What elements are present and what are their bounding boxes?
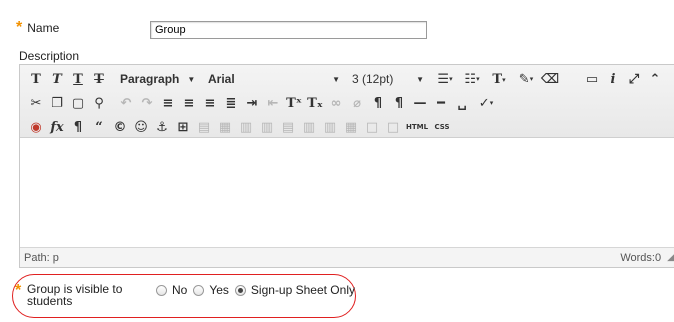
chevron-down-icon: ▼ [332, 74, 340, 84]
undo-icon[interactable]: ↶ [116, 93, 136, 113]
eraser-icon[interactable]: ⌫ [540, 69, 560, 89]
table-insert-row-after-icon[interactable]: ▥ [257, 117, 277, 137]
visibility-label: Group is visible to students [27, 282, 123, 308]
editor-statusbar: Path: p Words:0 ◢ [20, 247, 674, 267]
paste-icon[interactable]: ▢ [68, 93, 88, 113]
font-select[interactable]: Arial ▼ [204, 69, 344, 89]
word-count: Words:0 [620, 251, 662, 264]
required-icon: * [15, 282, 22, 299]
text-color-icon[interactable]: T ▾ [486, 69, 512, 89]
hr-icon[interactable]: — [410, 93, 430, 113]
collapse-icon[interactable]: ⌃ [645, 69, 665, 89]
font-select-value: Arial [208, 72, 235, 86]
editor-toolbar: T T T T Paragraph ▼ Arial ▼ 3 (12pt) ▼ ☰ ▾ ☷… [20, 65, 674, 138]
table-insert-col-before-icon[interactable]: ▥ [299, 117, 319, 137]
radio-option-no[interactable]: No [156, 283, 187, 297]
outdent-icon[interactable]: ⇤ [263, 93, 283, 113]
highlight-icon[interactable]: ✎ ▾ [513, 69, 539, 89]
html-button[interactable]: HTML [404, 117, 430, 137]
hr-bold-icon[interactable]: ━ [431, 93, 451, 113]
fullscreen-icon[interactable]: ⤢ [624, 69, 644, 89]
toolbar-right: ▭ i ⤢ ⌃ [582, 69, 666, 89]
description-editor: T T T T Paragraph ▼ Arial ▼ 3 (12pt) ▼ ☰ ▾ ☷… [19, 64, 674, 268]
copyright-icon[interactable]: © [110, 117, 130, 137]
formula-icon[interactable]: fx [47, 117, 67, 137]
subscript-icon[interactable]: Tₓ [305, 93, 325, 113]
table-delete-col-icon[interactable]: ▦ [341, 117, 361, 137]
path-label: Path: p [24, 251, 59, 264]
paragraph-mark-icon[interactable]: ¶ [68, 117, 88, 137]
superscript-icon[interactable]: Tˣ [284, 93, 304, 113]
info-icon[interactable]: i [603, 69, 623, 89]
chevron-down-icon: ▼ [416, 74, 424, 84]
chevron-down-icon: ▼ [187, 74, 196, 84]
paragraph-select[interactable]: Paragraph ▼ [116, 69, 196, 89]
underline-icon[interactable]: T [68, 69, 88, 89]
table-delete-row-icon[interactable]: ▤ [278, 117, 298, 137]
radio-signup-label: Sign-up Sheet Only [250, 283, 355, 297]
name-label: Name [27, 21, 60, 35]
blockquote-icon[interactable]: “ [89, 117, 109, 137]
record-icon[interactable]: ◉ [26, 117, 46, 137]
css-button[interactable]: CSS [431, 117, 453, 137]
align-right-icon[interactable]: ≡ [200, 93, 220, 113]
resize-grip-icon[interactable]: ◢ [667, 252, 674, 263]
anchor-icon[interactable]: ⚓ [152, 117, 172, 137]
size-select[interactable]: 3 (12pt) ▼ [348, 69, 428, 89]
radio-yes[interactable] [193, 284, 205, 296]
bold-icon[interactable]: T [26, 69, 46, 89]
find-icon[interactable]: ⚲ [89, 93, 109, 113]
bullet-list-icon[interactable]: ☰ ▾ [432, 69, 458, 89]
radio-signup-sheet-only[interactable] [234, 284, 246, 296]
toolbar-row-1: T T T T Paragraph ▼ Arial ▼ 3 (12pt) ▼ ☰ ▾ ☷… [26, 69, 561, 89]
cut-icon[interactable]: ✂ [26, 93, 46, 113]
ltr-icon[interactable]: ¶ [368, 93, 388, 113]
toolbar-row-3: ◉ fx ¶ “ © ☺ ⚓ ⊞ ▤ ▦ ▥ ▥ ▤ ▥ ▥ ▦ □ □ HTM… [26, 117, 454, 137]
italic-icon[interactable]: T [47, 69, 67, 89]
word-count-group: Words:0 ◢ [620, 252, 674, 264]
rtl-icon[interactable]: ¶ [389, 93, 409, 113]
visibility-radio-group: No Yes Sign-up Sheet Only [156, 283, 361, 297]
table-row-props-icon[interactable]: ▤ [194, 117, 214, 137]
table-split-cells-icon[interactable]: □ [362, 117, 382, 137]
paragraph-select-value: Paragraph [120, 72, 180, 86]
nonbreaking-space-icon[interactable]: ␣ [452, 93, 472, 113]
table-insert-row-before-icon[interactable]: ▥ [236, 117, 256, 137]
name-input[interactable] [150, 21, 427, 39]
visibility-label-group: * Group is visible to students [15, 282, 147, 308]
toolbar-row-2: ✂ ❐ ▢ ⚲ ↶ ↷ ≡ ≡ ≡ ≣ ⇥ ⇤ Tˣ Tₓ ∞ ⌀ ¶ ¶ — … [26, 93, 500, 113]
redo-icon[interactable]: ↷ [137, 93, 157, 113]
radio-option-yes[interactable]: Yes [193, 283, 229, 297]
spellcheck-icon[interactable]: ✓ ▾ [473, 93, 499, 113]
table-insert-col-after-icon[interactable]: ▥ [320, 117, 340, 137]
table-icon[interactable]: ⊞ [173, 117, 193, 137]
table-merge-cells-icon[interactable]: □ [383, 117, 403, 137]
radio-yes-label: Yes [209, 283, 229, 297]
description-label: Description [19, 49, 80, 63]
justify-icon[interactable]: ≣ [221, 93, 241, 113]
align-center-icon[interactable]: ≡ [179, 93, 199, 113]
unlink-icon[interactable]: ⌀ [347, 93, 367, 113]
strikethrough-icon[interactable]: T [89, 69, 109, 89]
indent-icon[interactable]: ⇥ [242, 93, 262, 113]
editor-content-area[interactable] [20, 139, 674, 249]
required-icon: * [16, 19, 23, 36]
radio-no[interactable] [156, 284, 167, 296]
size-select-value: 3 (12pt) [352, 72, 394, 86]
emoticon-icon[interactable]: ☺ [131, 117, 151, 137]
align-left-icon[interactable]: ≡ [158, 93, 178, 113]
numbered-list-icon[interactable]: ☷ ▾ [459, 69, 485, 89]
radio-option-signup[interactable]: Sign-up Sheet Only [234, 283, 355, 297]
copy-icon[interactable]: ❐ [47, 93, 67, 113]
table-cell-props-icon[interactable]: ▦ [215, 117, 235, 137]
radio-no-label: No [172, 283, 188, 297]
preview-icon[interactable]: ▭ [582, 69, 602, 89]
link-icon[interactable]: ∞ [326, 93, 346, 113]
name-label-group: * Name [16, 19, 60, 36]
